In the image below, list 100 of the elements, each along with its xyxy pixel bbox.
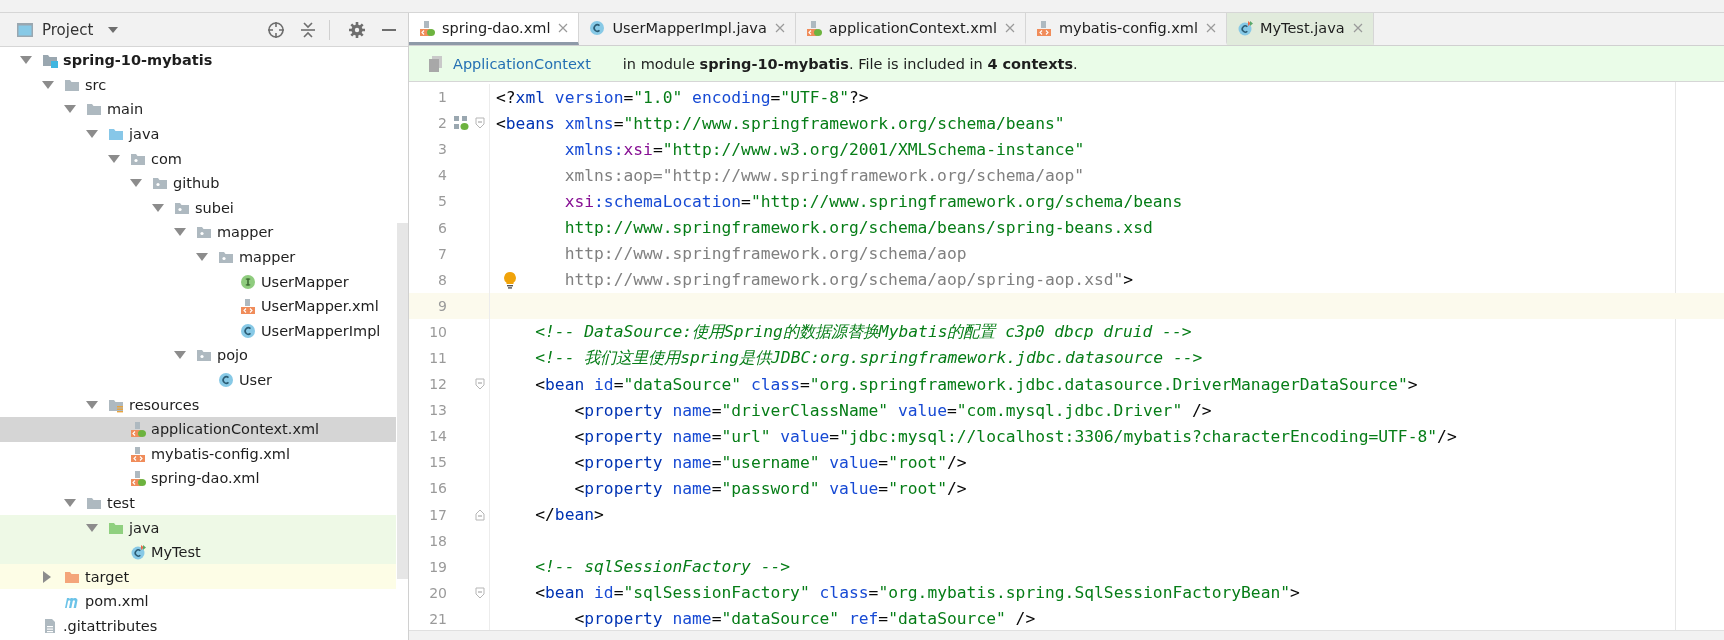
expand-arrow-icon[interactable] (108, 153, 120, 164)
code-line: <property name="password" value="root"/> (574, 478, 967, 498)
close-icon[interactable] (1204, 21, 1217, 34)
collapse-all-icon[interactable] (299, 20, 317, 39)
editor-tab[interactable]: UserMapperImpl.java (579, 13, 796, 45)
tree-item[interactable]: User (0, 367, 396, 393)
close-icon[interactable] (773, 21, 786, 34)
tree-item[interactable]: .gitattributes (0, 613, 396, 639)
tree-item[interactable]: src (0, 72, 396, 98)
close-icon[interactable] (557, 21, 570, 34)
editor-tab[interactable]: spring-dao.xml (409, 13, 580, 45)
locate-icon[interactable] (267, 20, 285, 39)
line-number: 19 (428, 558, 448, 575)
editor-tab[interactable]: applicationContext.xml (795, 13, 1026, 45)
line-number: 11 (428, 350, 448, 366)
expand-arrow-icon[interactable] (64, 104, 76, 115)
folder-icon (108, 126, 124, 143)
tree-item[interactable]: main (0, 97, 396, 122)
tree-item[interactable]: applicationContext.xml (0, 416, 396, 442)
expand-arrow-icon[interactable] (64, 498, 76, 508)
fold-marker-icon[interactable] (475, 117, 485, 130)
tree-item[interactable]: target (0, 564, 396, 590)
expand-arrow-icon[interactable] (174, 350, 186, 361)
close-icon[interactable] (1003, 21, 1016, 34)
folder-icon (86, 495, 102, 511)
fold-marker-icon[interactable] (475, 378, 485, 391)
close-icon[interactable] (1351, 21, 1364, 34)
contexts-icon (427, 54, 445, 73)
code-editor[interactable] (409, 82, 1724, 630)
code-line: <property name="driverClassName" value="com.mysql.jdbc.Driver" /> (574, 400, 1212, 420)
code-line: </bean> (535, 505, 604, 525)
settings-icon[interactable] (348, 20, 366, 39)
module-folder-icon (42, 52, 58, 69)
line-number: 13 (428, 402, 448, 419)
code-line: <property name="username" value="root"/> (574, 452, 967, 472)
scrollbar-thumb[interactable] (397, 223, 408, 579)
class-icon (589, 19, 606, 36)
code-line: <!-- DataSource:使用Spring的数据源替换Mybatis的配置 c3p0 dbcp druid --> (535, 320, 1192, 343)
package-icon (218, 249, 234, 266)
tree-item[interactable]: UserMapper.xml (0, 293, 396, 319)
expand-arrow-icon[interactable] (196, 252, 208, 263)
tree-item[interactable]: mybatis-config.xml (0, 441, 396, 467)
dropdown-caret-icon[interactable] (107, 25, 120, 34)
horizontal-scrollbar[interactable] (409, 630, 1724, 640)
interface-icon (240, 273, 256, 290)
editor-tab[interactable]: mybatis-config.xml (1025, 13, 1227, 45)
tree-item[interactable]: mapper (0, 220, 396, 245)
expand-arrow-icon[interactable] (174, 227, 186, 238)
class-icon (240, 322, 256, 339)
xml-file-icon (130, 445, 146, 462)
tree-item[interactable]: pom.xml (0, 589, 396, 614)
context-message: in module spring-10-mybatis. File is included in 4 contexts. (622, 55, 1078, 72)
tree-item[interactable]: mapper (0, 244, 396, 270)
expand-arrow-icon[interactable] (86, 129, 98, 140)
package-icon (152, 175, 168, 192)
fold-marker-icon[interactable] (475, 586, 485, 599)
line-number: 4 (437, 167, 448, 184)
collapse-arrow-icon[interactable] (42, 570, 52, 583)
code-line: <bean id="sqlSessionFactory" class="org.mybatis.spring.SqlSessionFactoryBean"> (535, 583, 1300, 603)
code-line: <!-- sqlSessionFactory --> (535, 557, 791, 577)
class-icon (218, 372, 234, 388)
tree-item[interactable]: java (0, 121, 396, 147)
lightbulb-icon[interactable] (503, 270, 517, 289)
tree-item[interactable]: UserMapperImpl (0, 318, 396, 344)
test-class-icon (130, 544, 146, 561)
code-line: <bean id="dataSource" class="org.springframework.jdbc.datasource.DriverManagerDataSource"> (535, 374, 1418, 394)
tree-item[interactable]: spring-dao.xml (0, 466, 396, 491)
tree-item[interactable]: MyTest (0, 539, 396, 565)
xml-file-icon (240, 298, 256, 315)
tree-item[interactable]: test (0, 490, 396, 516)
expand-arrow-icon[interactable] (86, 522, 98, 533)
spring-bean-icon[interactable] (453, 115, 469, 132)
context-link[interactable]: ApplicationContext (453, 55, 591, 72)
expand-arrow-icon[interactable] (86, 399, 98, 410)
folder-icon (86, 101, 102, 118)
tree-item[interactable]: spring-10-mybatis (0, 48, 396, 73)
expand-arrow-icon[interactable] (152, 202, 164, 213)
line-number: 14 (428, 428, 448, 445)
line-number: 20 (428, 584, 448, 601)
tree-item[interactable]: resources (0, 392, 396, 417)
line-number: 6 (437, 219, 448, 236)
expand-arrow-icon[interactable] (42, 79, 54, 90)
code-line: <property name="url" value="jdbc:mysql://localhost:3306/mybatis?characterEncoding=UTF-8"/> (574, 426, 1457, 446)
code-line: <?xml version="1.0" encoding="UTF-8"?> (496, 87, 869, 107)
tree-item[interactable]: github (0, 170, 396, 196)
tree-item[interactable]: java (0, 515, 396, 540)
tree-item[interactable]: pojo (0, 343, 396, 368)
expand-arrow-icon[interactable] (20, 55, 32, 66)
code-line: <beans xmlns="http://www.springframework.org/schema/beans" (496, 113, 1065, 133)
panel-title[interactable]: Project (42, 20, 94, 39)
project-window-icon (16, 21, 34, 38)
editor-tab[interactable]: MyTest.java (1226, 13, 1374, 45)
tree-item[interactable]: UserMapper (0, 269, 396, 294)
tree-item[interactable]: com (0, 146, 396, 171)
code-line: xmlns:xsi="http://www.w3.org/2001/XMLSchema-instance" (564, 139, 1085, 159)
xml-file-icon (1035, 19, 1052, 36)
spring-xml-icon (805, 19, 822, 36)
expand-arrow-icon[interactable] (130, 178, 142, 189)
fold-marker-icon[interactable] (475, 508, 485, 521)
tree-item[interactable]: subei (0, 195, 396, 221)
